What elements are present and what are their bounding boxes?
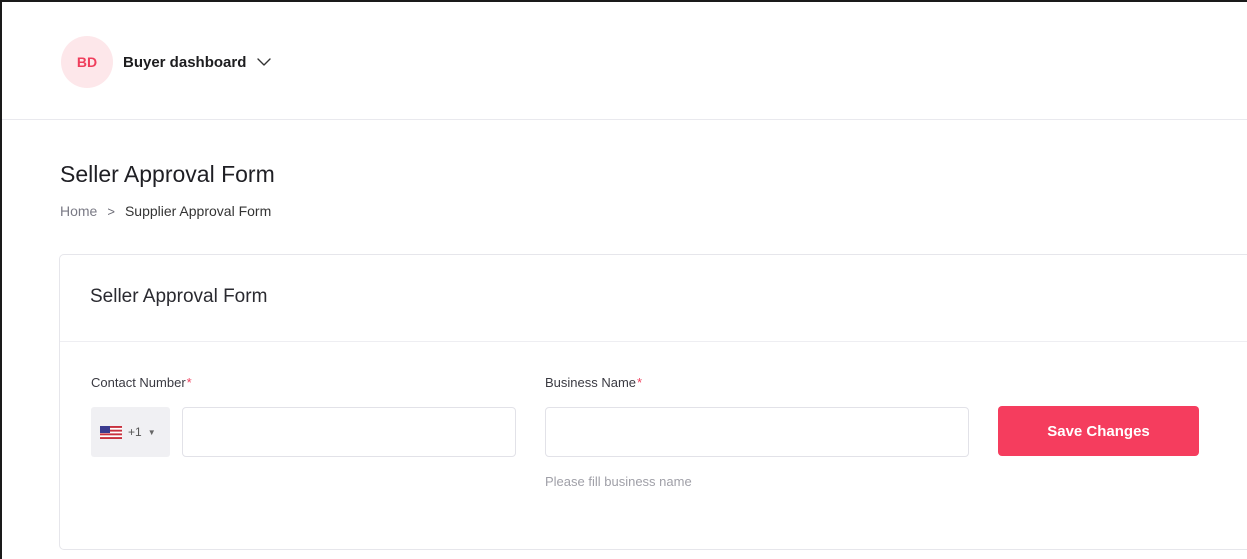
avatar[interactable]: BD <box>61 36 113 88</box>
country-code: +1 <box>128 425 142 439</box>
breadcrumb-separator-icon: > <box>107 203 115 219</box>
breadcrumb: Home > Supplier Approval Form <box>60 203 271 219</box>
dashboard-title: Buyer dashboard <box>123 53 247 71</box>
business-name-label: Business Name* <box>545 375 642 390</box>
dashboard-switcher[interactable]: Buyer dashboard <box>123 50 272 74</box>
contact-number-label: Contact Number* <box>91 375 192 390</box>
us-flag-icon <box>100 425 122 439</box>
contact-number-input[interactable] <box>182 407 516 457</box>
caret-down-icon: ▼ <box>147 427 156 437</box>
business-name-helper: Please fill business name <box>545 474 692 489</box>
required-mark: * <box>637 375 643 390</box>
approval-form-card: Seller Approval Form Contact Number* +1 … <box>59 254 1247 550</box>
contact-number-label-text: Contact Number <box>91 375 186 390</box>
required-mark: * <box>186 375 192 390</box>
card-title: Seller Approval Form <box>90 286 268 307</box>
page-title: Seller Approval Form <box>60 161 275 187</box>
save-changes-button[interactable]: Save Changes <box>998 406 1199 456</box>
business-name-input[interactable] <box>545 407 969 457</box>
card-header: Seller Approval Form <box>60 255 1247 342</box>
top-bar: BD Buyer dashboard <box>2 2 1247 120</box>
breadcrumb-home-link[interactable]: Home <box>60 203 97 219</box>
chevron-down-icon[interactable] <box>256 57 272 67</box>
country-code-select[interactable]: +1 ▼ <box>91 407 170 457</box>
business-name-label-text: Business Name <box>545 375 637 390</box>
breadcrumb-current: Supplier Approval Form <box>124 203 272 219</box>
